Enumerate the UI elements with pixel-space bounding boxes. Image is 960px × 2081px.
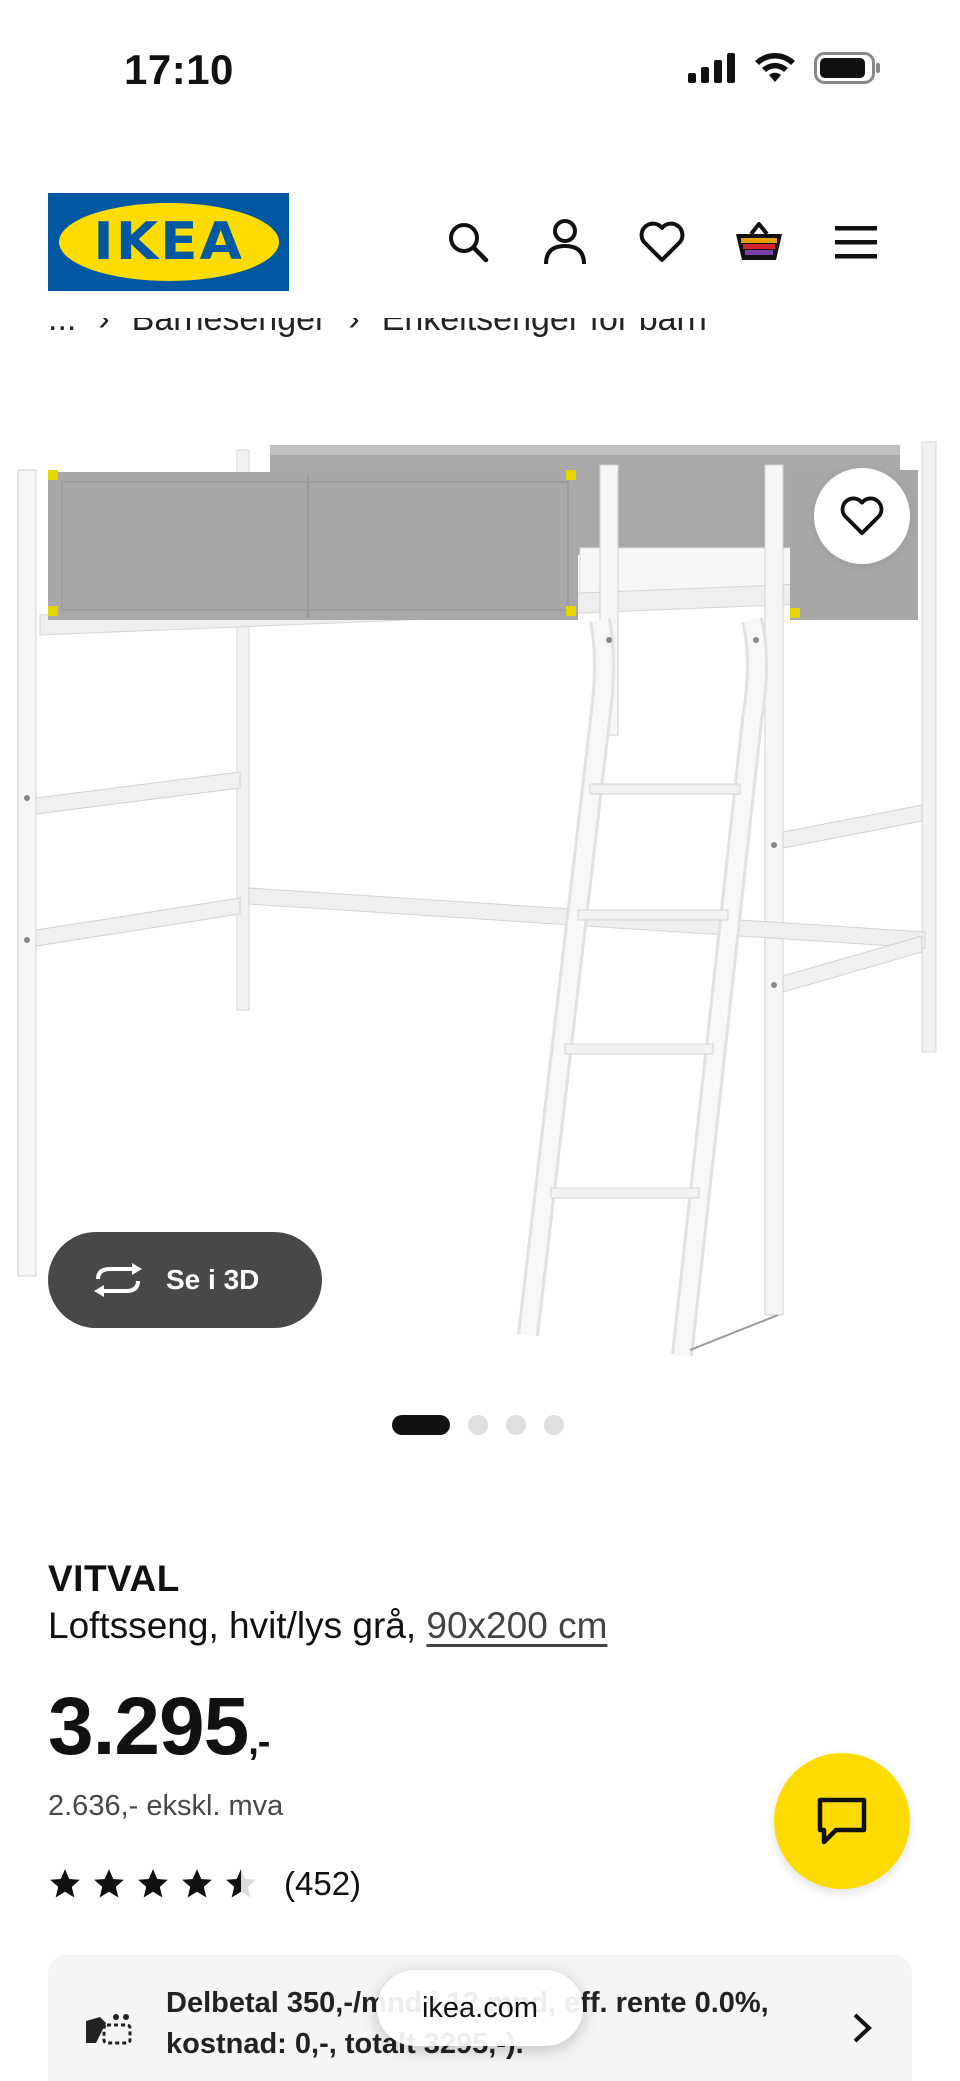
carousel-indicator [392,1415,564,1435]
rotate-3d-icon [94,1263,142,1297]
header-icons [440,214,884,270]
rating-count: (452) [284,1865,362,1902]
installment-icon [86,2014,132,2045]
product-description-text: Loftsseng, hvit/lys grå, [48,1605,427,1646]
status-time: 17:10 [124,46,234,93]
browser-url-pill[interactable]: ikea.com [377,1970,583,2046]
account-icon[interactable] [537,214,593,270]
logo-oval: IKEA [58,203,279,281]
ikea-logo[interactable]: IKEA [48,193,289,291]
basket-icon[interactable] [731,214,787,270]
carousel-dot-active[interactable] [392,1415,450,1435]
heart-icon [840,496,884,536]
chat-icon [817,1797,867,1845]
breadcrumb-item[interactable]: ... [48,318,76,339]
carousel-dot[interactable] [544,1415,564,1435]
star-full-icon [50,1869,80,1898]
breadcrumb-item[interactable]: Enkeltsenger for barn [382,318,707,339]
signal-icon [688,53,735,83]
favorite-button[interactable] [814,468,910,564]
rating-stars [48,1867,258,1901]
carousel-dot[interactable] [506,1415,526,1435]
breadcrumb-separator-icon: › [98,318,110,338]
star-half-icon [226,1869,256,1898]
site-header: IKEA [0,190,960,300]
star-full-icon [182,1869,212,1898]
product-price: 3.295,- [48,1686,270,1768]
breadcrumb-separator-icon: › [348,318,360,338]
breadcrumb-item[interactable]: Barnesenger [132,318,327,339]
star-full-icon [94,1869,124,1898]
product-name: VITVAL [48,1558,180,1599]
carousel-dot[interactable] [468,1415,488,1435]
battery-icon [814,52,880,84]
status-bar: 17:10 [0,0,960,140]
size-link[interactable]: 90x200 cm [426,1605,607,1646]
chevron-right-icon [853,2013,872,2043]
heart-icon[interactable] [634,214,690,270]
breadcrumb: ... › Barnesenger › Enkeltsenger for bar… [48,318,948,358]
star-full-icon [138,1869,168,1898]
price-ex-vat: 2.636,- ekskl. mva [48,1790,284,1822]
product-description: Loftsseng, hvit/lys grå, 90x200 cm [48,1605,607,1647]
status-icons [688,52,880,84]
logo-text: IKEA [93,212,244,272]
chat-button[interactable] [774,1753,910,1889]
wifi-icon [755,53,795,82]
price-value: 3.295 [48,1681,249,1772]
view-3d-label: Se i 3D [166,1264,260,1295]
product-rating[interactable]: (452) [48,1865,361,1903]
price-suffix: ,- [248,1721,270,1763]
view-3d-button[interactable]: Se i 3D [48,1232,322,1328]
menu-icon[interactable] [828,214,884,270]
search-icon[interactable] [440,214,496,270]
